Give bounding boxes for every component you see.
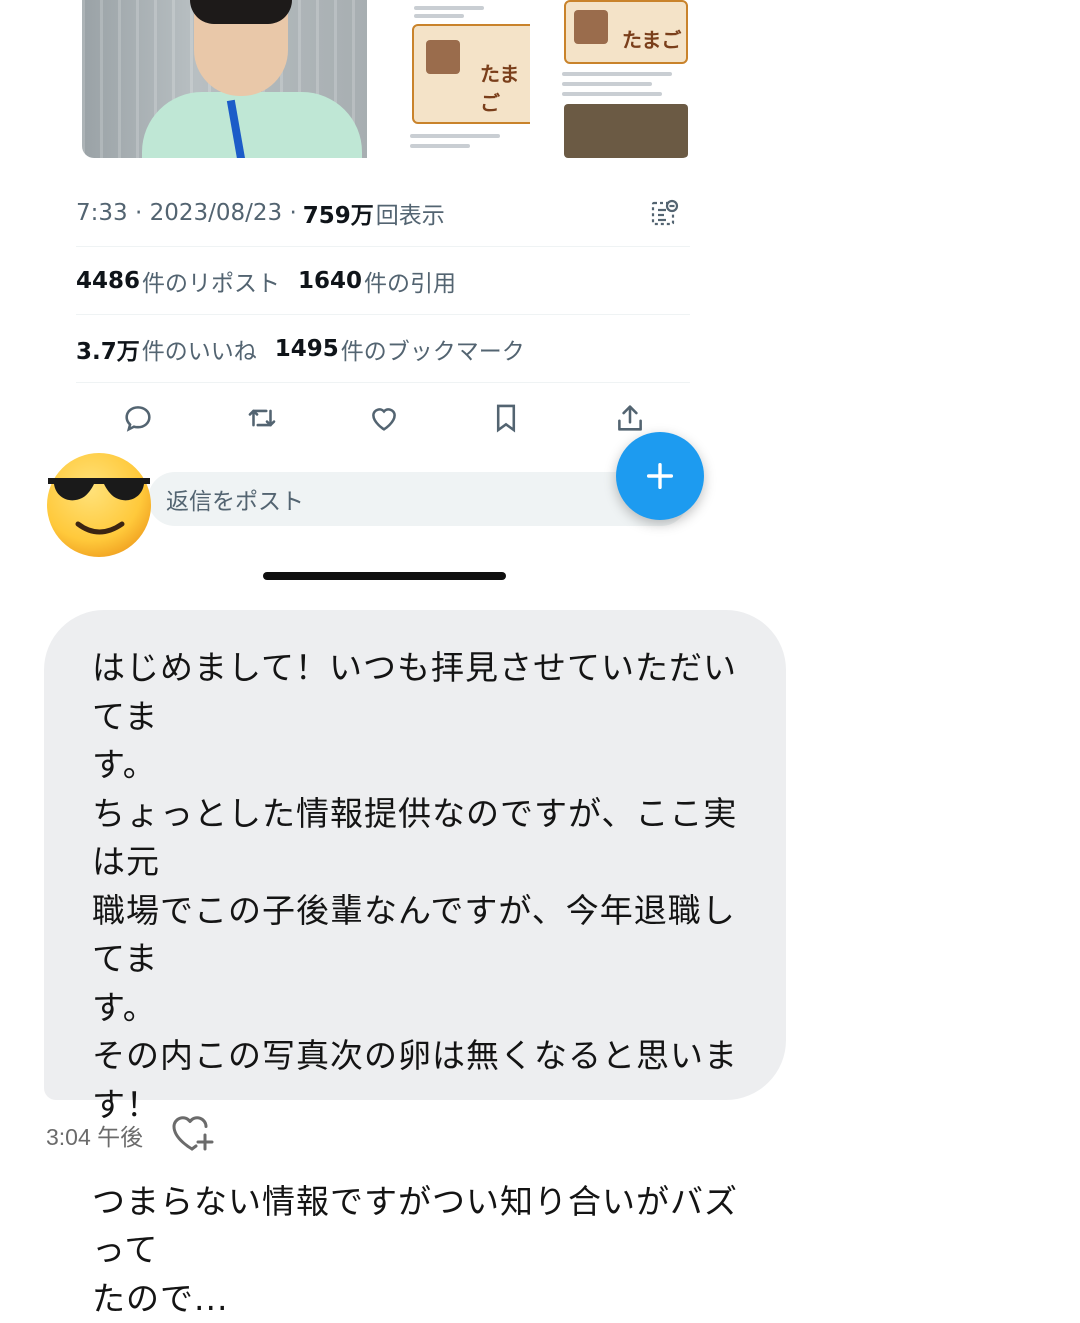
bookmark-stat[interactable]: 1495 件のブックマーク xyxy=(275,332,525,366)
repost-count: 4486 xyxy=(76,268,141,294)
reply-icon xyxy=(125,406,151,432)
plus-icon xyxy=(646,462,674,490)
heart-icon xyxy=(372,408,396,431)
reply-button[interactable] xyxy=(108,396,168,440)
tweet-action-bar xyxy=(108,396,668,440)
shot-text-line xyxy=(414,14,464,18)
media-screenshot-1[interactable]: たまご xyxy=(390,0,530,158)
like-label: 件のいいね xyxy=(141,339,257,365)
sunglasses-emoji-avatar[interactable] xyxy=(44,448,154,558)
media-screenshot-2[interactable]: たまご xyxy=(552,0,692,158)
bookmark-count: 1495 xyxy=(274,336,339,362)
divider xyxy=(76,382,690,383)
tweet-timestamp[interactable]: 7:33 · 2023/08/23 · xyxy=(76,200,297,226)
egg-package-label: たまご xyxy=(480,62,520,115)
reply-input[interactable]: 返信をポスト xyxy=(148,472,688,526)
bookmark-button[interactable] xyxy=(476,396,536,440)
divider xyxy=(76,246,690,247)
egg-package-photo xyxy=(426,40,460,74)
analytics-icon[interactable] xyxy=(650,198,680,234)
egg-package-label: たまご xyxy=(622,28,682,52)
shot-text-line xyxy=(410,144,470,148)
tweet-meta: 7:33 · 2023/08/23 · 759万 回表示 xyxy=(76,196,690,230)
compose-fab[interactable] xyxy=(616,432,704,520)
heart-add-icon xyxy=(172,1116,214,1151)
like-button[interactable] xyxy=(354,396,414,440)
shot-text-line xyxy=(414,6,484,10)
repost-label: 件のリポスト xyxy=(142,271,281,297)
shot-text-line xyxy=(562,92,662,96)
home-indicator xyxy=(263,572,506,580)
message-bubble[interactable]: はじめまして！いつも拝見させていただいてま す。 ちょっとした情報提供なのですが… xyxy=(44,610,786,1318)
quote-label: 件の引用 xyxy=(364,271,457,297)
view-count-label: 回表示 xyxy=(375,203,445,229)
view-count: 759万 xyxy=(302,203,374,229)
shot-text-line xyxy=(562,82,652,86)
like-stat[interactable]: 3.7万 件のいいね xyxy=(76,332,257,366)
tweet-media[interactable]: たまご たまご xyxy=(82,0,692,160)
react-button[interactable] xyxy=(170,1113,216,1157)
share-icon xyxy=(618,405,642,431)
like-count: 3.7万 xyxy=(76,339,140,365)
egg-package-photo xyxy=(574,10,608,44)
shot-text-line xyxy=(410,134,500,138)
bookmark-label: 件のブックマーク xyxy=(340,339,525,365)
photo-hair xyxy=(190,0,292,24)
bookmark-icon xyxy=(496,404,516,433)
stats-row-likes: 3.7万 件のいいね 1495 件のブックマーク xyxy=(76,332,716,366)
quote-count: 1640 xyxy=(298,268,363,294)
repost-button[interactable] xyxy=(232,396,292,440)
photo-shirt xyxy=(142,92,362,158)
shot-photo xyxy=(564,104,688,158)
quote-stat[interactable]: 1640 件の引用 xyxy=(298,264,456,298)
stats-row-reposts: 4486 件のリポスト 1640 件の引用 xyxy=(76,264,716,298)
message-timestamp: 3:04 午後 xyxy=(46,1124,144,1150)
media-photo-person[interactable] xyxy=(82,0,367,158)
divider xyxy=(76,314,690,315)
repost-stat[interactable]: 4486 件のリポスト xyxy=(76,264,280,298)
retweet-icon xyxy=(248,409,276,427)
shot-text-line xyxy=(562,72,672,76)
message-text: はじめまして！いつも拝見させていただいてま す。 ちょっとした情報提供なのですが… xyxy=(92,648,738,1318)
